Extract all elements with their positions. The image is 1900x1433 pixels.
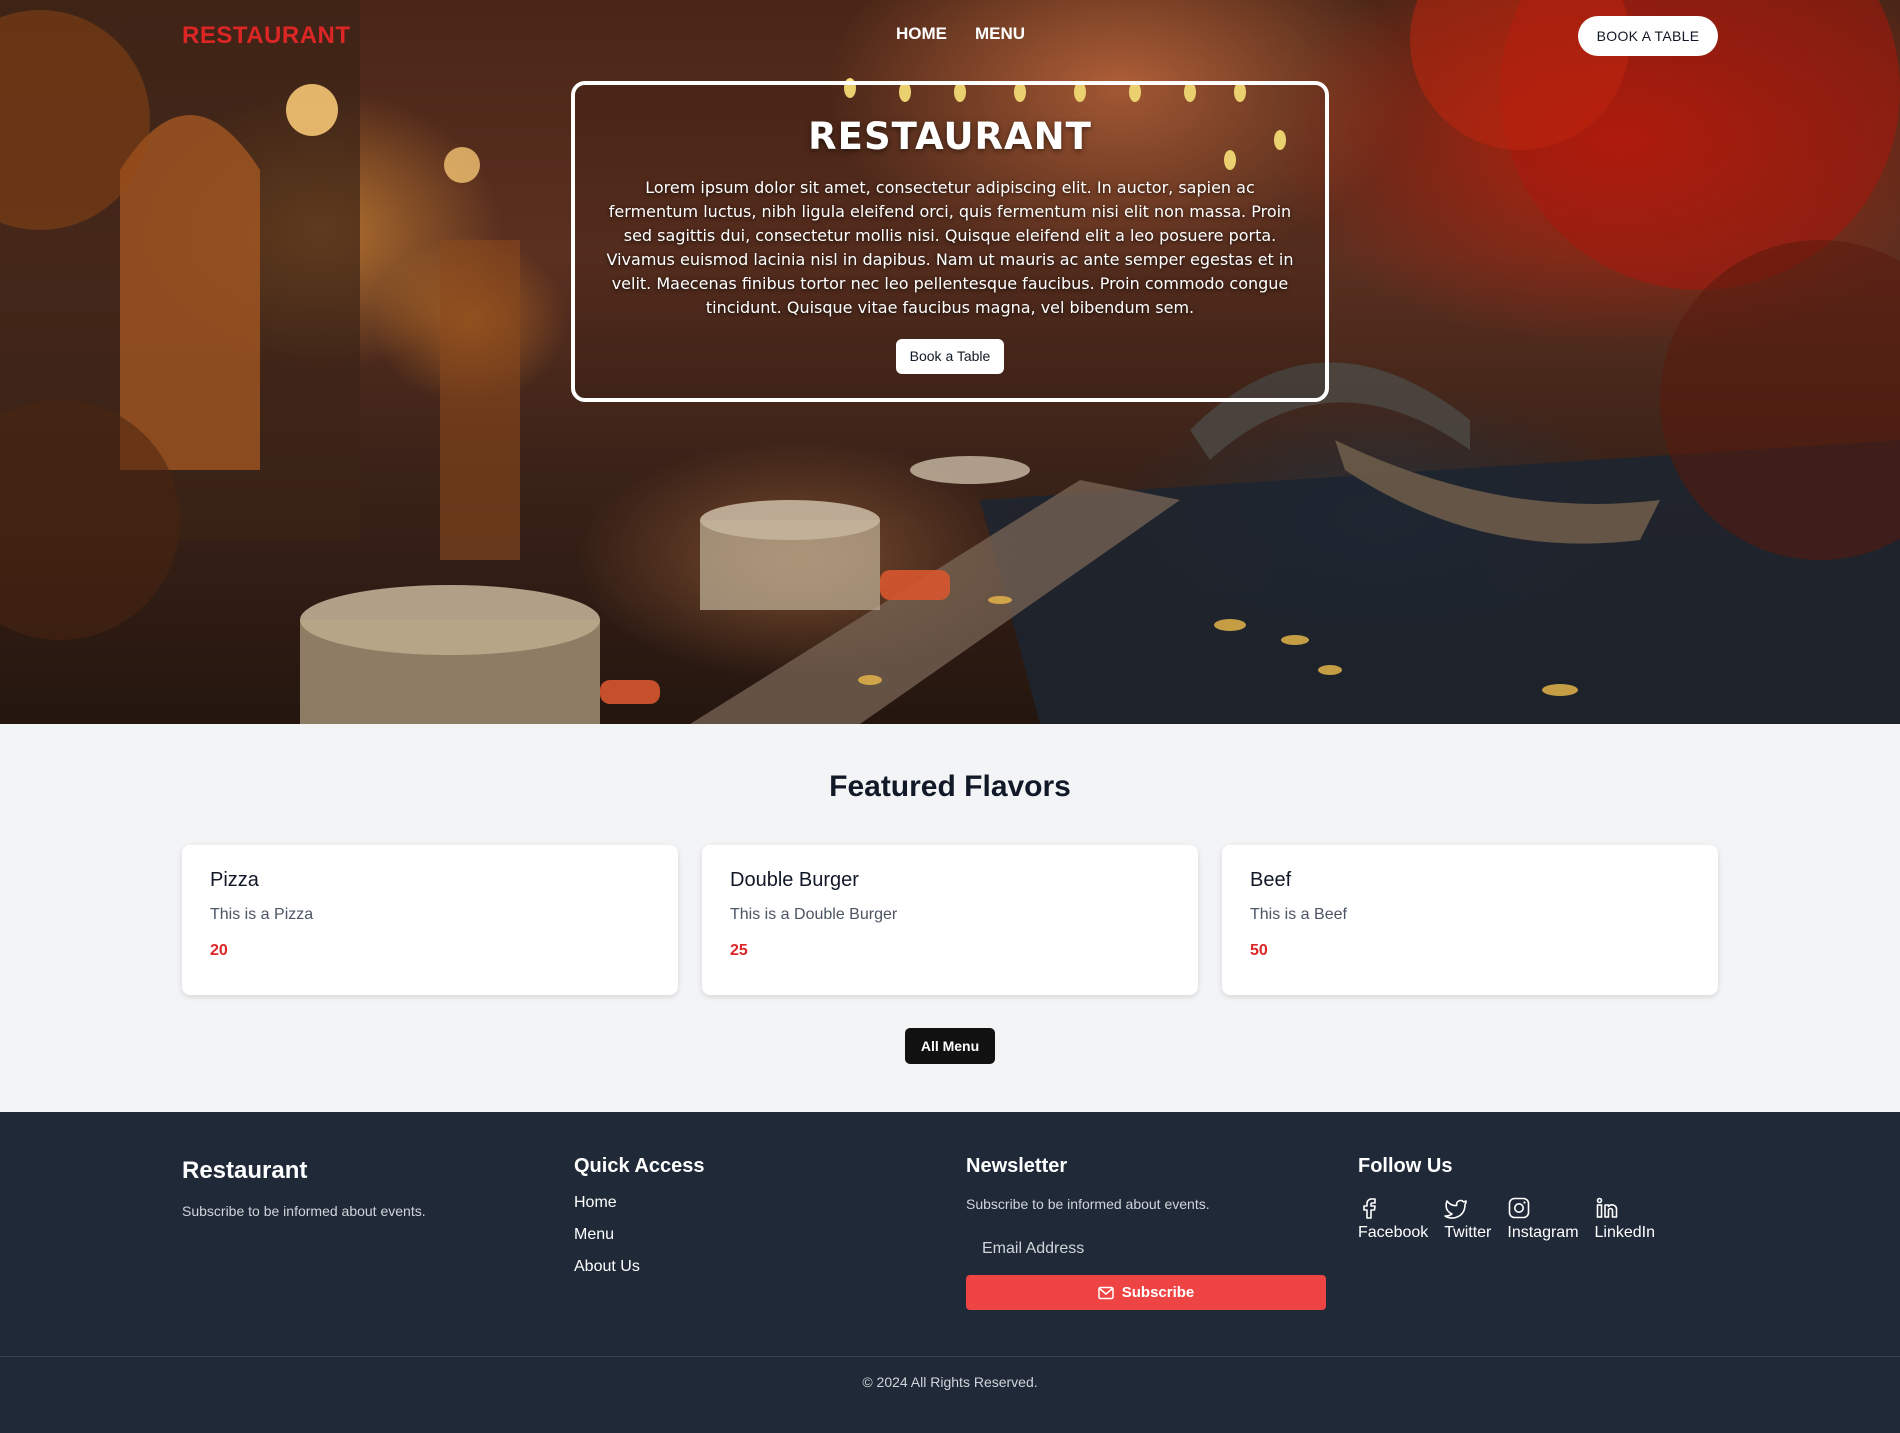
featured-title: Featured Flavors bbox=[829, 770, 1071, 803]
footer-brand-column: Restaurant Subscribe to be informed abou… bbox=[182, 1155, 426, 1219]
nav-link-home[interactable]: HOME bbox=[896, 24, 947, 44]
card-title: Pizza bbox=[210, 869, 259, 891]
footer-link-home[interactable]: Home bbox=[574, 1194, 704, 1212]
instagram-icon bbox=[1509, 1197, 1530, 1219]
book-table-nav-button[interactable]: BOOK A TABLE bbox=[1578, 16, 1718, 56]
social-link-instagram[interactable]: Instagram bbox=[1507, 1196, 1579, 1242]
hero-section: RESTAURANT HOME MENU BOOK A TABLE RESTAU… bbox=[0, 0, 1900, 724]
nav-link-menu[interactable]: MENU bbox=[975, 24, 1025, 44]
card-price: 25 bbox=[730, 942, 748, 959]
social-label: Twitter bbox=[1444, 1224, 1492, 1241]
menu-card-beef[interactable]: Beef This is a Beef 50 bbox=[1222, 845, 1718, 995]
footer: Restaurant Subscribe to be informed abou… bbox=[0, 1112, 1900, 1433]
copyright-text: © 2024 All Rights Reserved. bbox=[862, 1374, 1038, 1390]
quick-access-title: Quick Access bbox=[574, 1155, 705, 1177]
social-label: Facebook bbox=[1358, 1224, 1429, 1241]
hero-description: Lorem ipsum dolor sit amet, consectetur … bbox=[606, 178, 1294, 317]
newsletter-title: Newsletter bbox=[966, 1155, 1068, 1177]
menu-card-pizza[interactable]: Pizza This is a Pizza 20 bbox=[182, 845, 678, 995]
facebook-icon bbox=[1363, 1198, 1376, 1219]
linkedin-icon bbox=[1596, 1197, 1617, 1218]
footer-link-about-us[interactable]: About Us bbox=[574, 1258, 704, 1276]
card-title: Beef bbox=[1250, 869, 1292, 891]
main-nav: HOME MENU bbox=[896, 24, 1025, 44]
newsletter-subtitle: Subscribe to be informed about events. bbox=[966, 1196, 1210, 1212]
hero-card: RESTAURANT Lorem ipsum dolor sit amet, c… bbox=[571, 81, 1329, 402]
card-title: Double Burger bbox=[730, 869, 859, 891]
footer-divider bbox=[0, 1356, 1900, 1357]
card-price: 50 bbox=[1250, 942, 1268, 959]
mail-icon bbox=[1097, 1286, 1114, 1299]
card-description: This is a Beef bbox=[1250, 906, 1347, 923]
twitter-icon bbox=[1444, 1199, 1468, 1219]
menu-card-double-burger[interactable]: Double Burger This is a Double Burger 25 bbox=[702, 845, 1198, 995]
follow-us-title: Follow Us bbox=[1358, 1155, 1453, 1177]
book-table-hero-button[interactable]: Book a Table bbox=[895, 339, 1005, 374]
card-price: 20 bbox=[210, 942, 228, 959]
footer-newsletter: Newsletter Subscribe to be informed abou… bbox=[966, 1155, 1326, 1310]
social-link-facebook[interactable]: Facebook bbox=[1358, 1196, 1428, 1242]
footer-brand: Restaurant bbox=[182, 1157, 308, 1184]
social-link-twitter[interactable]: Twitter bbox=[1444, 1196, 1491, 1242]
social-label: LinkedIn bbox=[1594, 1224, 1656, 1241]
social-label: Instagram bbox=[1507, 1224, 1579, 1241]
card-description: This is a Pizza bbox=[210, 906, 314, 923]
nav-logo[interactable]: RESTAURANT bbox=[182, 22, 351, 50]
email-input[interactable] bbox=[966, 1232, 1326, 1266]
hero-title: RESTAURANT bbox=[808, 115, 1092, 158]
footer-quick-access: Quick Access Home Menu About Us bbox=[574, 1155, 704, 1276]
footer-follow-us: Follow Us Facebook Twitter Instagram Lin… bbox=[1358, 1155, 1655, 1242]
card-description: This is a Double Burger bbox=[730, 906, 898, 923]
social-links: Facebook Twitter Instagram LinkedIn bbox=[1358, 1196, 1655, 1242]
subscribe-label: Subscribe bbox=[1121, 1284, 1195, 1301]
footer-link-menu[interactable]: Menu bbox=[574, 1226, 704, 1244]
footer-brand-subtitle: Subscribe to be informed about events. bbox=[182, 1203, 426, 1219]
featured-cards: Pizza This is a Pizza 20 Double Burger T… bbox=[182, 845, 1718, 995]
subscribe-button[interactable]: Subscribe bbox=[966, 1275, 1326, 1310]
all-menu-button[interactable]: All Menu bbox=[905, 1028, 995, 1064]
social-link-linkedin[interactable]: LinkedIn bbox=[1594, 1196, 1656, 1242]
